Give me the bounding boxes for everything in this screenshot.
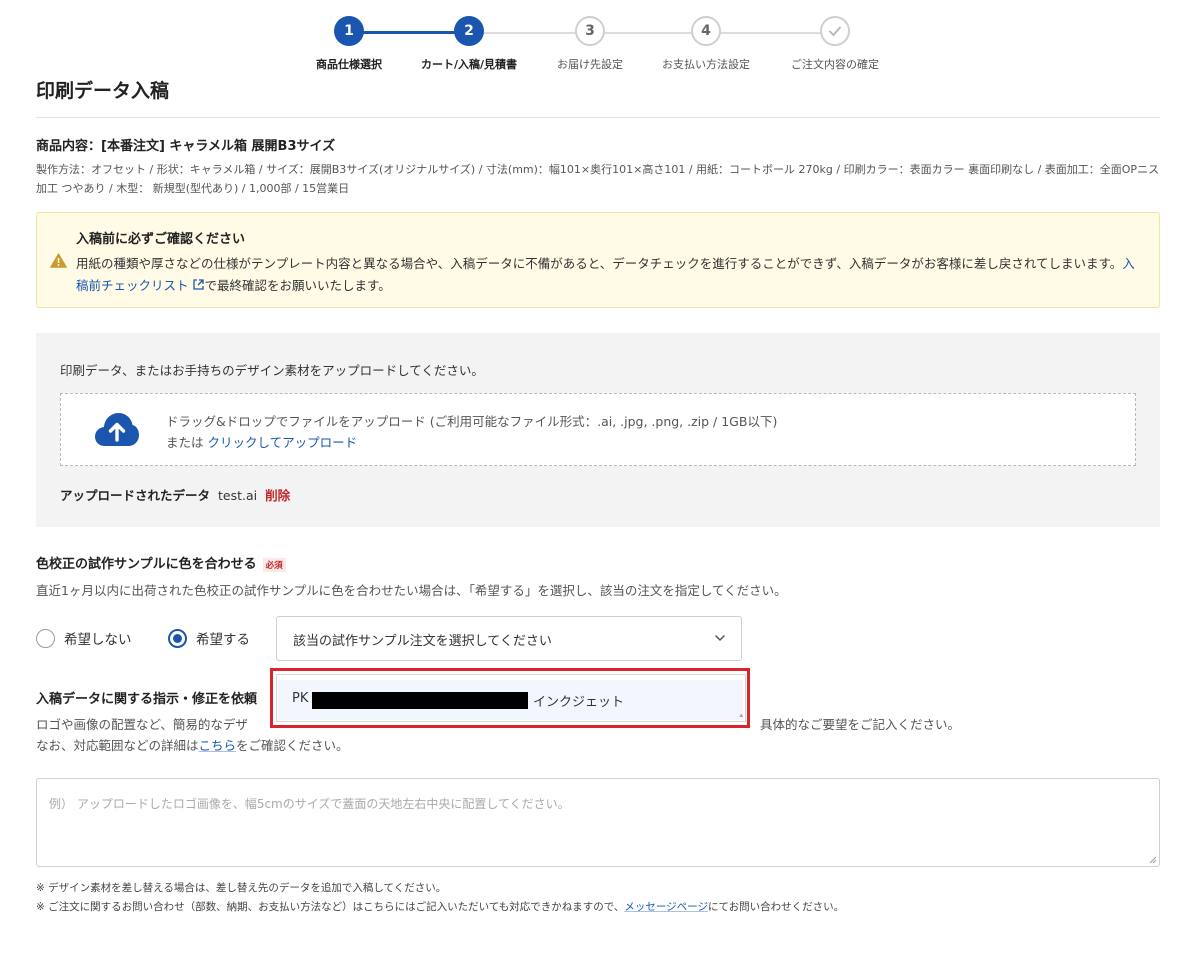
sample-order-option[interactable]: PK インクジェット [278, 680, 743, 720]
radio-not-wanted-label: 希望しない [64, 632, 132, 648]
product-title: 商品内容：[本番注文] キャラメル箱 展開B3サイズ [36, 139, 336, 154]
divider [36, 117, 1160, 118]
redacted-block [312, 692, 528, 709]
radio-wanted-control[interactable] [168, 628, 187, 648]
step-confirm: ご注文内容の確定 [765, 16, 905, 72]
order-stepper: 1 商品仕様選択 2 カート/入稿/見積書 3 お届け先設定 4 お支払い方法設… [0, 0, 1195, 80]
instructions-placeholder: 例） アップロードしたロゴ画像を、幅5cmのサイズで蓋面の天地左右中央に配置して… [49, 797, 570, 811]
step-number-3: 3 [575, 16, 605, 46]
color-sample-title-text: 色校正の試作サンプルに色を合わせる [36, 557, 257, 572]
footnote-2-after: にてお問い合わせください。 [707, 901, 845, 913]
sample-order-dropdown-list: PK インクジェット ▴ [276, 674, 746, 722]
upload-intro: 印刷データ、またはお手持ちのデザイン素材をアップロードしてください。 [60, 363, 484, 378]
notice-body: 用紙の種類や厚さなどの仕様がテンプレート内容と異なる場合や、入稿データに不備があ… [76, 253, 1146, 297]
pre-upload-notice: 入稿前に必ずご確認ください 用紙の種類や厚さなどの仕様がテンプレート内容と異なる… [36, 212, 1160, 308]
notice-title: 入稿前に必ずご確認ください [76, 232, 246, 247]
instructions-desc-start: ロゴや画像の配置など、簡易的なデザ [36, 717, 248, 732]
resize-grip-icon[interactable] [1148, 855, 1157, 864]
dropzone-alt: または クリックしてアップロード [166, 432, 357, 451]
page-title: 印刷データ入稿 [36, 80, 170, 102]
step-number-2: 2 [454, 16, 484, 46]
radio-wanted-label: 希望する [196, 632, 250, 648]
notice-text-after: で最終確認をお願いいたします。 [204, 278, 391, 293]
dropzone-instructions: ドラッグ&ドロップでファイルをアップロード (ご利用可能なファイル形式：.ai,… [166, 414, 778, 429]
step-label-1: 商品仕様選択 [316, 58, 382, 71]
file-dropzone[interactable]: ドラッグ&ドロップでファイルをアップロード (ご利用可能なファイル形式：.ai,… [60, 393, 1136, 466]
color-sample-description: 直近1ヶ月以内に出荷された色校正の試作サンプルに色を合わせたい場合は、「希望する… [36, 583, 787, 598]
click-to-upload-link[interactable]: クリックしてアップロード [208, 435, 358, 450]
option-prefix: PK [292, 691, 309, 706]
radio-not-wanted-control[interactable] [36, 628, 55, 648]
sample-order-select[interactable]: 該当の試作サンプル注文を選択してください [276, 616, 742, 661]
sample-order-select-value: 該当の試作サンプル注文を選択してください [293, 634, 552, 649]
option-suffix: インクジェット [533, 695, 625, 710]
step-label-4: お支払い方法設定 [662, 58, 750, 71]
instructions-desc-end: 具体的なご要望をご記入ください。 [760, 717, 961, 732]
step-label-5: ご注文内容の確定 [791, 58, 879, 71]
instructions-desc-after: をご確認ください。 [236, 738, 349, 753]
step-cart-upload[interactable]: 2 カート/入稿/見積書 [399, 16, 539, 72]
uploaded-filename: test.ai [218, 488, 258, 503]
delete-file-button[interactable]: 削除 [265, 488, 290, 503]
color-sample-title: 色校正の試作サンプルに色を合わせる 必須 [36, 553, 286, 572]
external-link-icon [192, 279, 204, 290]
dropzone-or: または [166, 435, 204, 450]
warning-icon [50, 253, 67, 268]
cloud-upload-icon [95, 413, 139, 446]
footnote-1: ※ デザイン素材を差し替える場合は、差し替え先のデータを追加で入稿してください。 [36, 882, 447, 894]
step-number-1: 1 [334, 16, 364, 46]
product-description: 製作方法：オフセット / 形状：キャラメル箱 / サイズ：展開B3サイズ(オリジ… [36, 163, 1160, 195]
step-confirm-circle [820, 16, 850, 46]
check-icon [829, 26, 841, 36]
scrollbar-grip-icon[interactable]: ▴ [739, 711, 743, 719]
message-page-link[interactable]: メッセージページ [624, 901, 708, 913]
radio-not-wanted[interactable]: 希望しない [36, 628, 132, 648]
radio-wanted[interactable]: 希望する [168, 628, 250, 648]
sample-order-dropdown-highlight: PK インクジェット ▴ [270, 668, 750, 728]
step-number-4: 4 [691, 16, 721, 46]
upload-panel: 印刷データ、またはお手持ちのデザイン素材をアップロードしてください。 ドラッグ&… [36, 333, 1160, 527]
footnote-2: ※ ご注文に関するお問い合わせ（部数、納期、お支払い方法など）はこちらにはご記入… [36, 899, 844, 914]
required-badge: 必須 [262, 557, 286, 572]
details-link[interactable]: こちら [199, 738, 237, 753]
notice-text: 用紙の種類や厚さなどの仕様がテンプレート内容と異なる場合や、入稿データに不備があ… [76, 256, 1123, 271]
step-label-2: カート/入稿/見積書 [420, 58, 518, 71]
instructions-textarea[interactable]: 例） アップロードしたロゴ画像を、幅5cmのサイズで蓋面の天地左右中央に配置して… [36, 778, 1160, 867]
uploaded-data-label: アップロードされたデータ [60, 488, 211, 503]
instructions-desc-before: なお、対応範囲などの詳細は [36, 738, 199, 753]
step-payment: 4 お支払い方法設定 [636, 16, 776, 72]
instructions-title: 入稿データに関する指示・修正を依頼 [36, 692, 258, 707]
uploaded-data-row: アップロードされたデータ test.ai 削除 [60, 485, 290, 504]
step-product-spec[interactable]: 1 商品仕様選択 [279, 16, 419, 72]
footnote-2-before: ※ ご注文に関するお問い合わせ（部数、納期、お支払い方法など）はこちらにはご記入… [36, 901, 625, 913]
instructions-desc-line2: なお、対応範囲などの詳細はこちらをご確認ください。 [36, 735, 349, 754]
chevron-down-icon [715, 635, 725, 641]
